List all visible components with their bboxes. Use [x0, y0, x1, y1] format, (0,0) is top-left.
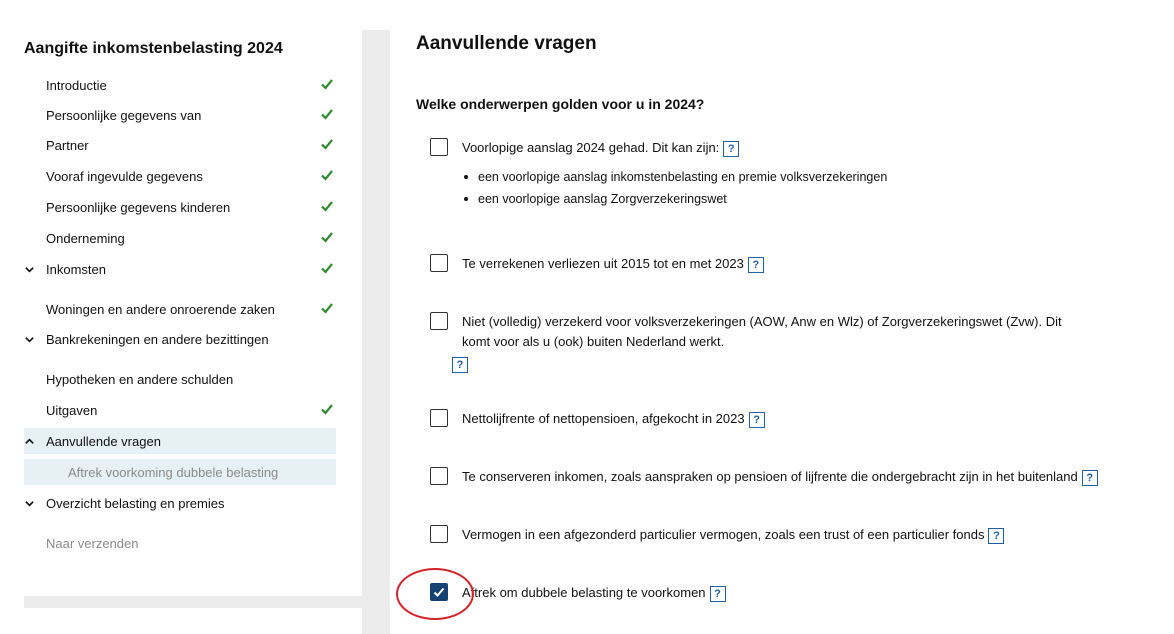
- checkmark-icon: [321, 232, 333, 243]
- checkmark-icon: [321, 404, 333, 415]
- option-nettolijfrente: Nettolijfrente of nettopensioen, afgekoc…: [430, 409, 765, 429]
- sidebar-item-introductie[interactable]: Introductie: [24, 72, 336, 98]
- checkbox[interactable]: [430, 467, 448, 485]
- sidebar-bottom-bar: [24, 596, 362, 608]
- sidebar-item-naar-verzenden: Naar verzenden: [24, 530, 336, 556]
- option-voorlopige-aanslag: Voorlopige aanslag 2024 gehad. Dit kan z…: [430, 138, 740, 158]
- sidebar-item-label: Persoonlijke gegevens van: [46, 107, 202, 123]
- option-label: Te conserveren inkomen, zoals aanspraken…: [462, 469, 1078, 484]
- sidebar-subitem-aftrek-dubbele-belasting[interactable]: Aftrek voorkoming dubbele belasting: [24, 459, 336, 485]
- sidebar-item-bankrekeningen[interactable]: Bankrekeningen en andere bezittingen: [24, 326, 336, 352]
- red-circle-annotation: [396, 568, 474, 620]
- chevron-down-icon: [24, 498, 46, 509]
- sidebar-item-label: Vooraf ingevulde gegevens: [46, 168, 203, 184]
- option-niet-verzekerd: Niet (volledig) verzekerd voor volksverz…: [430, 312, 1090, 373]
- sidebar-item-label: Inkomsten: [46, 261, 106, 277]
- option-label: Nettolijfrente of nettopensioen, afgekoc…: [462, 411, 745, 426]
- help-icon[interactable]: ?: [747, 256, 764, 273]
- checkmark-icon: [321, 303, 333, 314]
- sidebar-title: Aangifte inkomstenbelasting 2024: [24, 40, 283, 57]
- sidebar-item-label: Persoonlijke gegevens kinderen: [46, 199, 231, 215]
- sidebar: Aangifte inkomstenbelasting 2024 Introdu…: [0, 0, 362, 634]
- sidebar-item-vooraf-ingevulde-gegevens[interactable]: Vooraf ingevulde gegevens: [24, 163, 336, 189]
- sidebar-item-label: Naar verzenden: [46, 535, 139, 551]
- option-label: Voorlopige aanslag 2024 gehad. Dit kan z…: [462, 140, 720, 155]
- sidebar-item-partner[interactable]: Partner: [24, 132, 336, 158]
- sidebar-item-persoonlijke-gegevens[interactable]: Persoonlijke gegevens van: [24, 102, 336, 128]
- page-title: Aanvullende vragen: [416, 33, 597, 54]
- checkmark-icon: [321, 263, 333, 274]
- sidebar-item-label: Hypotheken en andere schulden: [46, 371, 234, 387]
- sidebar-item-uitgaven[interactable]: Uitgaven: [24, 397, 336, 423]
- sidebar-item-label: Bankrekeningen en andere bezittingen: [46, 331, 269, 347]
- sidebar-item-onderneming[interactable]: Onderneming: [24, 225, 336, 251]
- sidebar-item-label: Aanvullende vragen: [46, 433, 161, 449]
- question-heading: Welke onderwerpen golden voor u in 2024?: [416, 96, 705, 112]
- sidebar-item-label: Onderneming: [46, 230, 125, 246]
- chevron-down-icon: [24, 264, 46, 275]
- option-label: Vermogen in een afgezonderd particulier …: [462, 527, 985, 542]
- option-te-verrekenen-verliezen: Te verrekenen verliezen uit 2015 tot en …: [430, 254, 764, 274]
- sidebar-item-label: Introductie: [46, 77, 107, 93]
- checkmark-icon: [321, 109, 333, 120]
- option-label: Aftrek om dubbele belasting te voorkomen: [462, 585, 706, 600]
- main-content: Aanvullende vragen Welke onderwerpen gol…: [390, 0, 1174, 634]
- list-item: een voorlopige aanslag Zorgverzekeringsw…: [462, 188, 887, 210]
- help-icon[interactable]: ?: [748, 411, 765, 428]
- checkmark-icon: [321, 170, 333, 181]
- sidebar-item-label: Uitgaven: [46, 402, 98, 418]
- sidebar-item-label: Partner: [46, 137, 89, 153]
- option-aftrek-dubbele-belasting: Aftrek om dubbele belasting te voorkomen…: [430, 583, 726, 603]
- chevron-down-icon: [24, 334, 46, 345]
- sidebar-item-gegevens-kinderen[interactable]: Persoonlijke gegevens kinderen: [24, 194, 336, 220]
- content-gutter: [362, 30, 390, 634]
- option-afgezonderd-vermogen: Vermogen in een afgezonderd particulier …: [430, 525, 1005, 545]
- option-label: Te verrekenen verliezen uit 2015 tot en …: [462, 256, 744, 271]
- sidebar-item-hypotheken[interactable]: Hypotheken en andere schulden: [24, 366, 336, 392]
- checkbox[interactable]: [430, 254, 448, 272]
- checkmark-icon: [321, 79, 333, 90]
- bullet-list: een voorlopige aanslag inkomstenbelastin…: [462, 166, 887, 210]
- checkbox[interactable]: [430, 312, 448, 330]
- list-item: een voorlopige aanslag inkomstenbelastin…: [462, 166, 887, 188]
- checkmark-icon: [321, 139, 333, 150]
- sidebar-item-woningen[interactable]: Woningen en andere onroerende zaken: [24, 296, 336, 322]
- checkbox[interactable]: [430, 525, 448, 543]
- sidebar-item-label: Woningen en andere onroerende zaken: [46, 301, 275, 317]
- option-label: Niet (volledig) verzekerd voor volksverz…: [462, 314, 1062, 349]
- help-icon[interactable]: ?: [988, 527, 1005, 544]
- checkbox[interactable]: [430, 138, 448, 156]
- sidebar-item-label: Overzicht belasting en premies: [46, 495, 225, 511]
- checkbox[interactable]: [430, 409, 448, 427]
- help-icon[interactable]: ?: [723, 140, 740, 157]
- help-icon[interactable]: ?: [709, 585, 726, 602]
- sidebar-item-overzicht[interactable]: Overzicht belasting en premies: [24, 490, 336, 516]
- help-icon[interactable]: ?: [452, 356, 468, 373]
- checkmark-icon: [321, 201, 333, 212]
- option-te-conserveren-inkomen: Te conserveren inkomen, zoals aanspraken…: [430, 467, 1098, 487]
- chevron-up-icon: [24, 436, 46, 447]
- sidebar-item-inkomsten[interactable]: Inkomsten: [24, 256, 336, 282]
- sidebar-item-aanvullende-vragen[interactable]: Aanvullende vragen: [24, 428, 336, 454]
- help-icon[interactable]: ?: [1081, 469, 1098, 486]
